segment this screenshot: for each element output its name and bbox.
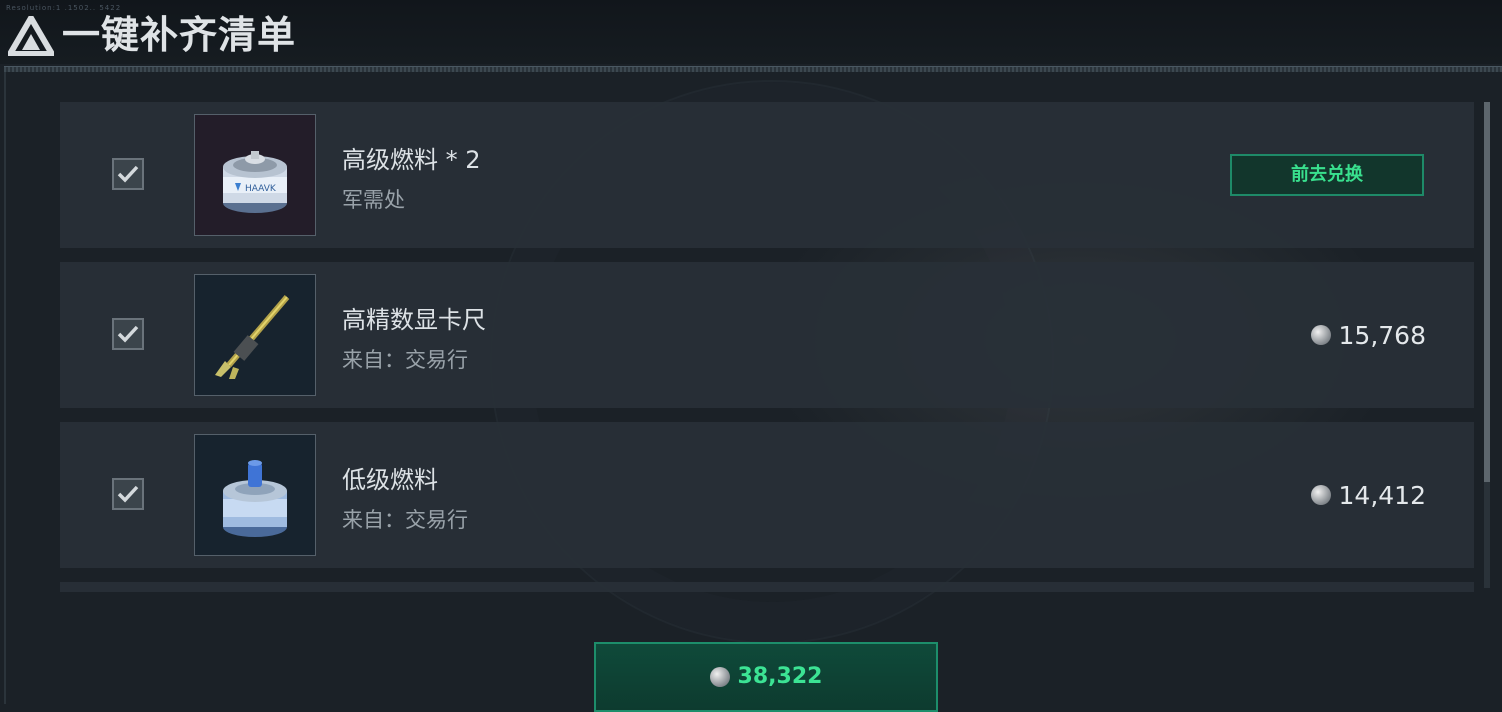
basic-fuel-can-icon	[223, 460, 287, 537]
item-checkbox[interactable]	[112, 158, 144, 190]
item-thumbnail: HAAVK	[194, 114, 316, 236]
total-price: 38,322	[596, 664, 936, 689]
go-exchange-button[interactable]: 前去兑换	[1230, 154, 1424, 196]
svg-text:HAAVK: HAAVK	[245, 184, 277, 194]
check-icon	[117, 485, 139, 503]
item-thumbnail	[194, 274, 316, 396]
item-price: 14,412	[1310, 478, 1426, 512]
list-scrollbar[interactable]	[1484, 102, 1490, 588]
coin-icon	[1310, 485, 1331, 505]
list-item-partial	[60, 582, 1474, 592]
header-divider	[4, 66, 1502, 72]
panel-left-edge	[4, 72, 6, 704]
purchase-all-button[interactable]: 38,322	[594, 642, 938, 712]
item-name: 高级燃料 * 2	[342, 146, 481, 174]
item-source: 军需处	[342, 188, 405, 212]
item-name: 高精数显卡尺	[342, 306, 486, 334]
item-source: 来自：交易行	[342, 348, 468, 372]
item-name: 低级燃料	[342, 466, 438, 494]
check-icon	[117, 165, 139, 183]
list-item: HAAVK 高级燃料 * 2 军需处 前去兑换	[60, 102, 1474, 248]
item-checkbox[interactable]	[112, 478, 144, 510]
item-checkbox[interactable]	[112, 318, 144, 350]
coin-icon	[1310, 325, 1331, 345]
scrollbar-thumb[interactable]	[1484, 102, 1490, 482]
list-item: 高精数显卡尺 来自：交易行 15,768	[60, 262, 1474, 408]
triangle-logo-icon	[8, 16, 54, 56]
coin-icon	[709, 666, 730, 687]
total-price-value: 38,322	[737, 664, 823, 689]
check-icon	[117, 325, 139, 343]
page-title: 一键补齐清单	[62, 13, 297, 57]
header-tiny-text: Resolution:1 .1502.. 5422	[6, 4, 122, 12]
price-value: 14,412	[1338, 480, 1426, 510]
digital-caliper-icon	[215, 295, 290, 379]
price-value: 15,768	[1338, 320, 1426, 350]
item-source: 来自：交易行	[342, 508, 468, 532]
item-thumbnail	[194, 434, 316, 556]
header-bar: Resolution:1 .1502.. 5422 一键补齐清单	[0, 0, 1502, 64]
item-price: 15,768	[1310, 318, 1426, 352]
premium-fuel-can-icon: HAAVK	[223, 151, 287, 213]
list-item: 低级燃料 来自：交易行 14,412	[60, 422, 1474, 568]
